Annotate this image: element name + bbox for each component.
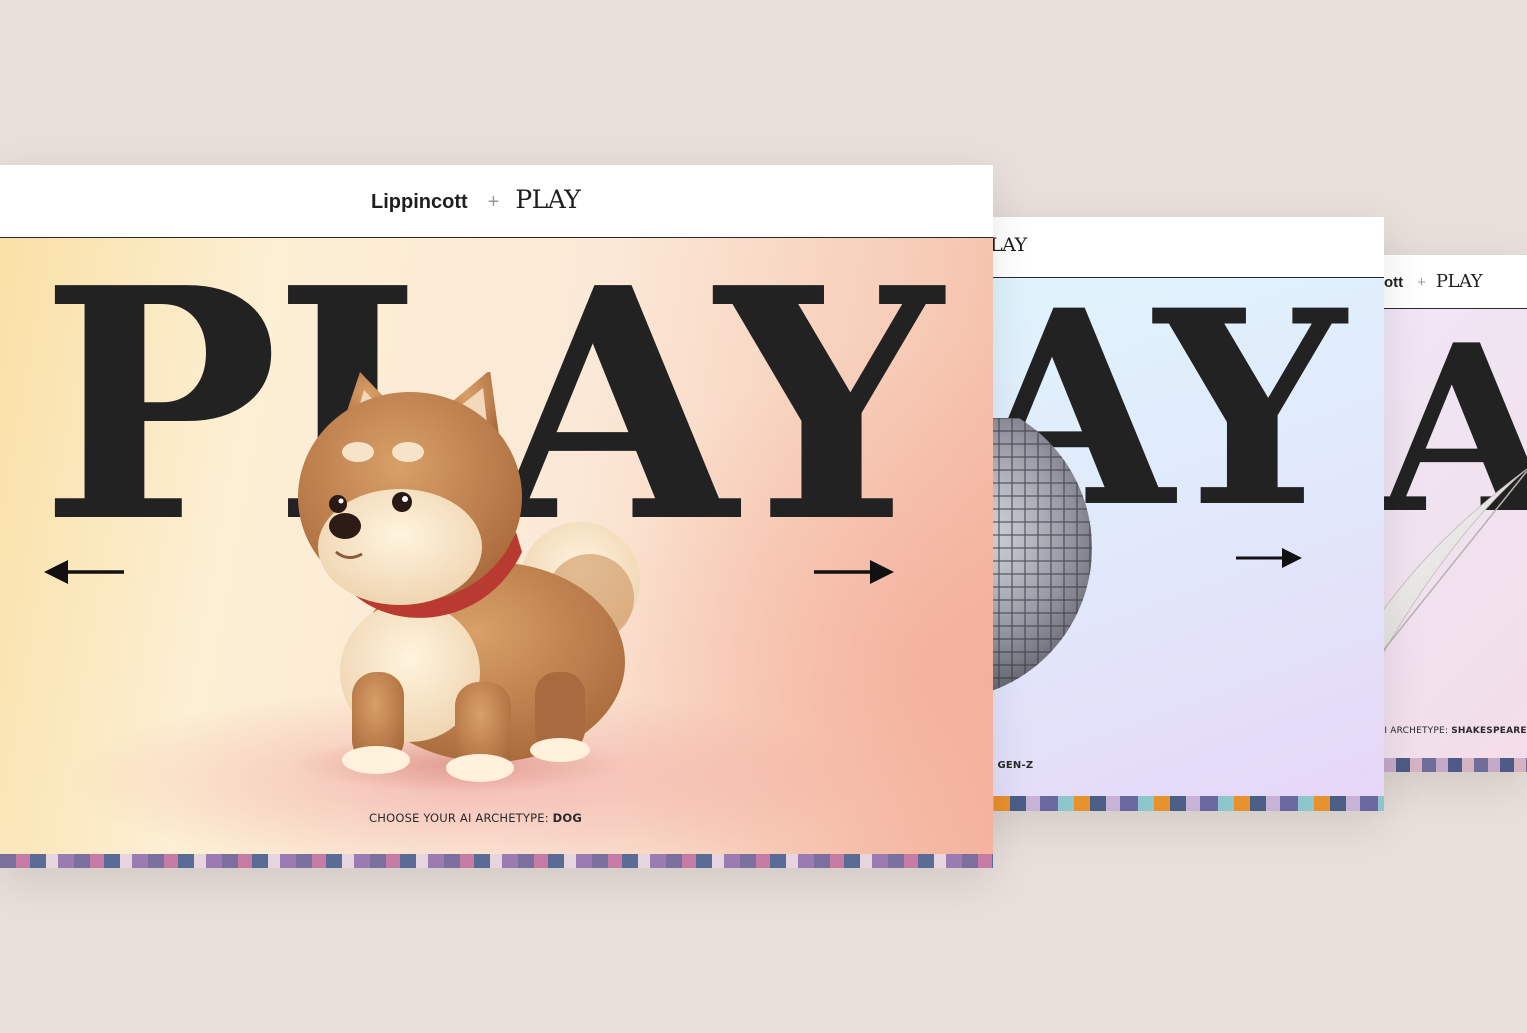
shiba-inu-dog-image — [290, 372, 640, 792]
arrow-left-icon — [44, 560, 124, 584]
brand-play-partial: LAY — [990, 234, 1027, 256]
arrow-right-icon — [814, 560, 894, 584]
brand-lippincott: Lippincott — [371, 191, 468, 213]
caption-label: CHOOSE YOUR AI ARCHETYPE: — [369, 811, 549, 825]
plus-icon: + — [487, 191, 500, 213]
archetype-caption: CHOOSE YOUR AI ARCHETYPE: DOG — [369, 811, 582, 825]
hero: PLAY — [0, 238, 993, 854]
brand-lippincott-partial: ott — [1384, 274, 1404, 291]
caption-value: GEN-Z — [997, 760, 1034, 771]
archetype-card-dog[interactable]: Lippincott + PLAY PLAY — [0, 165, 993, 868]
archetype-card-shakespeare[interactable]: ott + PLAY A AI ARCHETYPE: SHAKESPEARE — [1370, 255, 1527, 772]
brand-play: PLAY — [1435, 271, 1483, 292]
card-header: ott + PLAY — [1370, 255, 1527, 309]
texture-strip — [1370, 758, 1527, 772]
archetype-card-gen-z[interactable]: LAY AY E: GEN-Z — [960, 217, 1384, 811]
card-header: LAY — [960, 217, 1384, 278]
arrow-right-icon — [1236, 548, 1302, 568]
caption-label: AI ARCHETYPE: — [1378, 726, 1449, 736]
brand-play: PLAY — [515, 185, 581, 214]
texture-strip — [0, 854, 993, 868]
plus-icon: + — [1417, 274, 1426, 291]
quill-feather-image — [1370, 468, 1527, 660]
hero: A AI ARCHETYPE: SHAKESPEARE — [1370, 309, 1527, 758]
next-arrow-button[interactable] — [814, 558, 894, 590]
archetype-caption: AI ARCHETYPE: SHAKESPEARE — [1378, 726, 1527, 736]
hero: AY E: GEN-Z — [960, 278, 1384, 796]
next-arrow-button[interactable] — [1236, 546, 1302, 574]
caption-value: SHAKESPEARE — [1451, 726, 1527, 736]
card-header: Lippincott + PLAY — [0, 165, 993, 238]
prev-arrow-button[interactable] — [44, 558, 124, 590]
texture-strip — [960, 796, 1384, 811]
caption-value: DOG — [552, 811, 583, 825]
